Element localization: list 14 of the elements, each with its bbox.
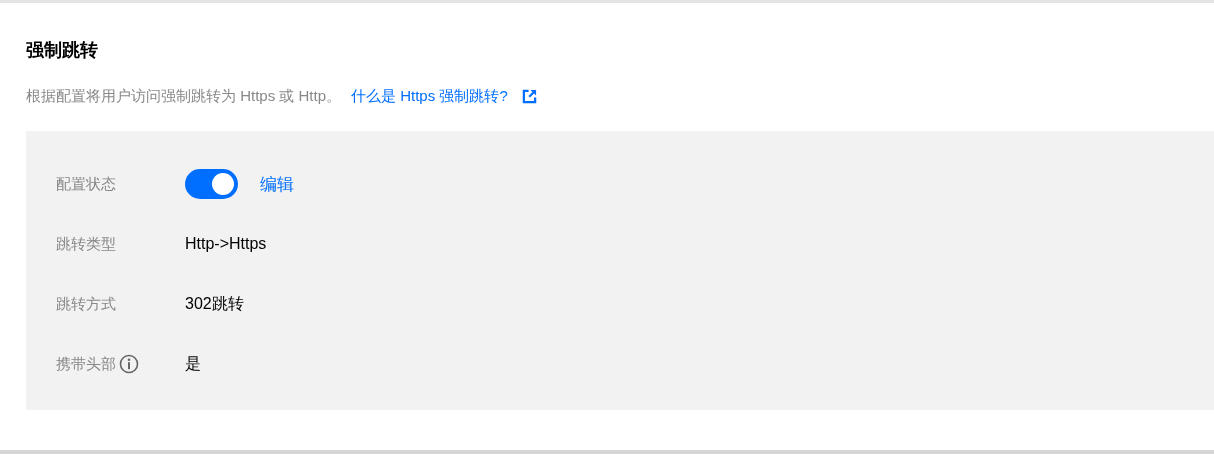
description-text: 根据配置将用户访问强制跳转为 Https 或 Http。 [26, 87, 342, 106]
help-link[interactable]: 什么是 Https 强制跳转? [351, 87, 508, 106]
field-value: 302跳转 [185, 293, 244, 314]
field-value: Http->Https [185, 235, 267, 253]
edit-link[interactable]: 编辑 [260, 172, 294, 196]
toggle-switch[interactable] [185, 169, 238, 199]
field-value: 是 [185, 353, 201, 374]
field-label: 配置状态 [56, 174, 116, 194]
field-label: 携带头部 [56, 354, 116, 374]
section-title: 强制跳转 [26, 39, 99, 62]
field-label: 跳转方式 [56, 294, 116, 314]
info-icon[interactable] [119, 354, 139, 374]
field-label: 跳转类型 [56, 234, 116, 254]
external-link-icon[interactable] [521, 89, 537, 104]
